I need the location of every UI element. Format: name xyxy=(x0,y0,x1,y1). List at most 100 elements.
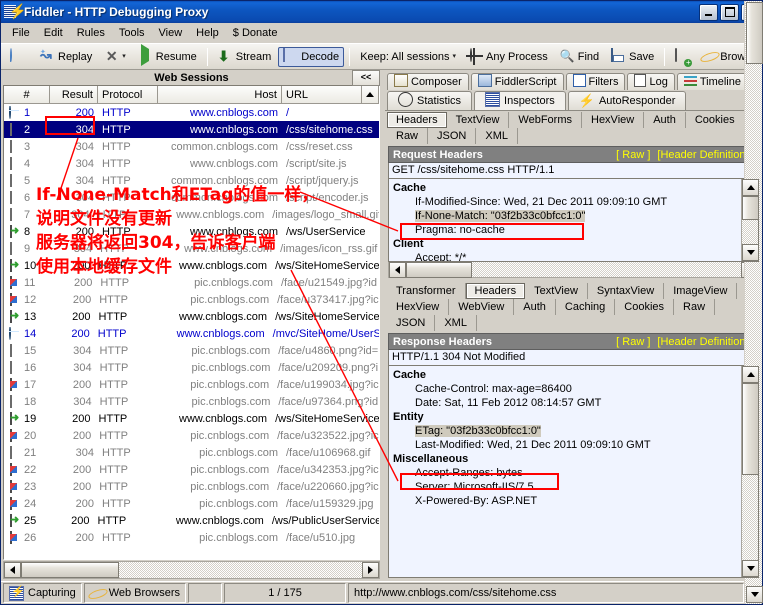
hscroll-thumb[interactable] xyxy=(21,562,119,578)
any-process-button[interactable]: Any Process xyxy=(463,47,553,67)
table-row[interactable]: 24 200 HTTP pic.cnblogs.com/face/u159329.jp… xyxy=(4,495,379,512)
table-row[interactable]: 6 304 HTTP common.cnblogs.com/script/encode… xyxy=(4,189,379,206)
response-header-definitions-link[interactable]: [Header Definitions] xyxy=(657,336,754,348)
request-raw-link[interactable]: [ Raw ] xyxy=(616,149,650,161)
keep-sessions-dropdown[interactable]: Keep: All sessions ▾ xyxy=(355,47,461,67)
table-row[interactable]: 20 200 HTTP pic.cnblogs.com/face/u323522.jp… xyxy=(4,427,379,444)
request-scrollbar-thumb[interactable] xyxy=(742,196,758,220)
table-row[interactable]: 2 304 HTTP www.cnblogs.com/css/sitehome.css xyxy=(4,121,379,138)
request-header-line[interactable]: Pragma: no-cache xyxy=(393,223,758,237)
column-header-host[interactable]: Host xyxy=(158,86,282,103)
table-row[interactable]: 23 200 HTTP pic.cnblogs.com/face/u220660.jp… xyxy=(4,478,379,495)
tab-fiddlerscript[interactable]: FiddlerScript xyxy=(470,73,564,90)
tab-inspectors[interactable]: Inspectors xyxy=(474,91,566,110)
response-tab-cookies[interactable]: Cookies xyxy=(615,299,675,315)
response-tab-json[interactable]: JSON xyxy=(387,315,436,331)
request-horizontal-scrollbar[interactable] xyxy=(388,261,759,278)
scroll-up-button[interactable] xyxy=(362,86,379,103)
column-header-url[interactable]: URL xyxy=(282,86,362,103)
response-tab-textview[interactable]: TextView xyxy=(525,283,588,299)
request-header-line[interactable]: If-Modified-Since: Wed, 21 Dec 2011 09:0… xyxy=(393,195,758,209)
column-header-num[interactable]: # xyxy=(4,86,50,103)
response-headers-body[interactable]: Cache Cache-Control: max-age=86400 Date: S… xyxy=(388,366,759,578)
menu-rules[interactable]: Rules xyxy=(70,25,112,41)
minimize-button[interactable] xyxy=(699,3,718,21)
table-row[interactable]: 22 200 HTTP pic.cnblogs.com/face/u342353.jp… xyxy=(4,461,379,478)
scrollbar-thumb[interactable] xyxy=(746,2,763,64)
collapse-button[interactable]: << xyxy=(352,70,380,86)
table-row[interactable]: 12 200 HTTP pic.cnblogs.com/face/u373417.jp… xyxy=(4,291,379,308)
request-tab-xml[interactable]: XML xyxy=(476,128,518,144)
browsers-status[interactable]: Web Browsers xyxy=(83,583,187,603)
maximize-button[interactable] xyxy=(720,3,739,21)
response-tab-hexview[interactable]: HexView xyxy=(387,299,450,315)
screenshot-button[interactable] xyxy=(670,47,695,67)
comment-button[interactable] xyxy=(5,47,33,67)
tab-log[interactable]: Log xyxy=(627,73,675,90)
table-row[interactable]: 25 200 HTTP www.cnblogs.com/ws/PublicUserSe… xyxy=(4,512,379,529)
table-row[interactable]: 13 200 HTTP www.cnblogs.com/ws/SiteHomeServ… xyxy=(4,308,379,325)
chevron-down-icon[interactable]: ▾ xyxy=(122,49,126,64)
request-tab-hexview[interactable]: HexView xyxy=(582,112,645,128)
decode-button[interactable]: Decode xyxy=(278,46,345,67)
response-raw-link[interactable]: [ Raw ] xyxy=(616,336,650,348)
response-tab-syntaxview[interactable]: SyntaxView xyxy=(588,283,665,299)
response-scrollbar-thumb[interactable] xyxy=(742,383,758,475)
request-tab-textview[interactable]: TextView xyxy=(447,112,510,128)
response-tab-raw[interactable]: Raw xyxy=(674,299,716,315)
response-tab-transformer[interactable]: Transformer xyxy=(387,283,466,299)
column-header-protocol[interactable]: Protocol xyxy=(98,86,158,103)
response-header-highlighted[interactable]: ETag: "03f2b33c0bfcc1:0" xyxy=(415,425,541,437)
response-header-line[interactable]: Cache-Control: max-age=86400 xyxy=(393,382,758,396)
request-tab-headers[interactable]: Headers xyxy=(387,112,447,128)
table-row[interactable]: 9 304 HTTP www.cnblogs.com/images/icon_rss.… xyxy=(4,240,379,257)
response-header-line[interactable]: Date: Sat, 11 Feb 2012 08:14:57 GMT xyxy=(393,396,758,410)
response-header-line[interactable]: ETag: "03f2b33c0bfcc1:0" xyxy=(393,424,758,438)
request-vertical-scrollbar[interactable] xyxy=(741,179,758,261)
response-tab-imageview[interactable]: ImageView xyxy=(664,283,738,299)
response-scroll-down-button[interactable] xyxy=(742,560,758,577)
find-button[interactable]: 🔍 Find xyxy=(555,47,604,67)
menu-donate[interactable]: $ Donate xyxy=(226,25,285,41)
save-button[interactable]: Save xyxy=(606,47,659,67)
remove-button[interactable]: ✕ ▾ xyxy=(99,47,131,67)
response-tab-webview[interactable]: WebView xyxy=(449,299,515,315)
capturing-status[interactable]: Capturing xyxy=(3,583,82,603)
table-row[interactable]: 7 304 HTTP www.cnblogs.com/images/logo_smal… xyxy=(4,206,379,223)
request-header-line[interactable]: If-None-Match: "03f2b33c0bfcc1:0" xyxy=(393,209,758,223)
response-header-line[interactable]: Server: Microsoft-IIS/7.5 xyxy=(393,480,758,494)
table-row[interactable]: 26 200 HTTP pic.cnblogs.com/face/u510.jpg xyxy=(4,529,379,546)
response-header-line[interactable]: Last-Modified: Wed, 21 Dec 2011 09:09:10… xyxy=(393,438,758,452)
request-headers-body[interactable]: Cache If-Modified-Since: Wed, 21 Dec 2011… xyxy=(388,179,759,262)
menu-help[interactable]: Help xyxy=(189,25,226,41)
table-row[interactable]: 11 200 HTTP pic.cnblogs.com/face/u21549.jpg… xyxy=(4,274,379,291)
table-row[interactable]: 14 200 HTTP www.cnblogs.com/mvc/SiteHome/Us… xyxy=(4,325,379,342)
table-row[interactable]: 8 200 HTTP www.cnblogs.com/ws/UserService xyxy=(4,223,379,240)
menu-tools[interactable]: Tools xyxy=(112,25,152,41)
response-tab-headers[interactable]: Headers xyxy=(465,283,526,299)
chevron-down-icon[interactable]: ▾ xyxy=(453,49,457,64)
request-tab-raw[interactable]: Raw xyxy=(387,128,429,144)
request-hscroll-thumb[interactable] xyxy=(406,261,472,278)
stream-button[interactable]: ⬇ Stream xyxy=(213,47,276,67)
request-tab-json[interactable]: JSON xyxy=(428,128,477,144)
response-header-line[interactable]: X-Powered-By: ASP.NET xyxy=(393,494,758,508)
response-header-line[interactable]: Accept-Ranges: bytes xyxy=(393,466,758,480)
request-header-definitions-link[interactable]: [Header Definitions] xyxy=(657,149,754,161)
request-hscroll-left-button[interactable] xyxy=(389,261,406,278)
menu-edit[interactable]: Edit xyxy=(37,25,70,41)
menu-view[interactable]: View xyxy=(152,25,190,41)
menu-file[interactable]: File xyxy=(5,25,37,41)
table-row[interactable]: 21 304 HTTP pic.cnblogs.com/face/u106968.gi… xyxy=(4,444,379,461)
table-row[interactable]: 19 200 HTTP www.cnblogs.com/ws/SiteHomeServ… xyxy=(4,410,379,427)
response-vertical-scrollbar[interactable] xyxy=(741,366,758,577)
request-header-highlighted[interactable]: If-None-Match: "03f2b33c0bfcc1:0" xyxy=(415,210,586,222)
column-header-result[interactable]: Result xyxy=(50,86,98,103)
request-tab-webforms[interactable]: WebForms xyxy=(509,112,582,128)
hscroll-left-button[interactable] xyxy=(4,562,21,578)
hscroll-right-button[interactable] xyxy=(362,562,379,578)
request-scroll-down-button[interactable] xyxy=(742,244,758,261)
response-tab-auth[interactable]: Auth xyxy=(514,299,556,315)
tab-statistics[interactable]: Statistics xyxy=(387,91,473,110)
request-header-line[interactable]: Accept: */* xyxy=(393,251,758,261)
